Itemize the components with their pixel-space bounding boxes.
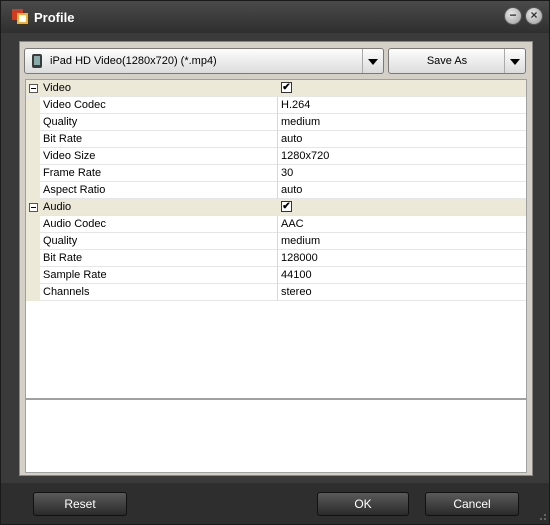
property-row[interactable]: Quality medium — [26, 233, 526, 250]
row-gutter — [26, 233, 40, 250]
column-divider — [277, 131, 278, 148]
save-as-dropdown-icon[interactable] — [504, 49, 525, 73]
row-gutter — [26, 267, 40, 284]
collapse-icon[interactable] — [29, 84, 38, 93]
property-row[interactable]: Bit Rate auto — [26, 131, 526, 148]
property-name: Quality — [43, 116, 78, 128]
collapse-icon[interactable] — [29, 203, 38, 212]
column-divider — [277, 267, 278, 284]
row-gutter — [26, 182, 40, 199]
category-label: Audio — [43, 201, 72, 213]
property-grid: Video ✔ Video Codec H.264 Quality medium Bit R… — [25, 79, 527, 399]
row-gutter — [26, 250, 40, 267]
description-panel — [25, 399, 527, 473]
property-value[interactable]: AAC — [281, 218, 304, 230]
property-row[interactable]: Frame Rate 30 — [26, 165, 526, 182]
property-row[interactable]: Video Size 1280x720 — [26, 148, 526, 165]
row-gutter — [26, 97, 40, 114]
column-divider — [277, 114, 278, 131]
row-gutter — [26, 165, 40, 182]
property-name: Bit Rate — [43, 133, 83, 145]
column-divider — [277, 284, 278, 301]
resize-grip-icon[interactable] — [537, 511, 547, 521]
ok-button[interactable]: OK — [317, 492, 409, 516]
category-row[interactable]: Audio ✔ — [26, 199, 526, 216]
category-row[interactable]: Video ✔ — [26, 80, 526, 97]
enable-checkbox[interactable]: ✔ — [281, 82, 292, 93]
property-value[interactable]: auto — [281, 184, 302, 196]
column-divider — [277, 250, 278, 267]
property-name: Audio Codec — [43, 218, 106, 230]
profile-dropdown[interactable]: iPad HD Video(1280x720) (*.mp4) — [24, 48, 384, 74]
property-name: Quality — [43, 235, 78, 247]
app-icon — [12, 9, 28, 24]
property-row[interactable]: Aspect Ratio auto — [26, 182, 526, 199]
minimize-button[interactable]: − — [504, 7, 522, 25]
property-value[interactable]: 128000 — [281, 252, 318, 264]
column-divider — [277, 216, 278, 233]
property-name: Video Size — [43, 150, 96, 162]
property-value[interactable]: medium — [281, 235, 320, 247]
ipad-icon — [32, 54, 42, 68]
reset-button[interactable]: Reset — [33, 492, 127, 516]
chevron-down-icon[interactable] — [362, 49, 383, 73]
property-value[interactable]: auto — [281, 133, 302, 145]
property-row[interactable]: Bit Rate 128000 — [26, 250, 526, 267]
property-name: Video Codec — [43, 99, 106, 111]
property-row[interactable]: Sample Rate 44100 — [26, 267, 526, 284]
row-gutter — [26, 148, 40, 165]
cancel-button[interactable]: Cancel — [425, 492, 519, 516]
property-row[interactable]: Audio Codec AAC — [26, 216, 526, 233]
profile-dialog: Profile − × iPad HD Video(1280x720) (*.m… — [0, 0, 550, 525]
property-value[interactable]: 30 — [281, 167, 293, 179]
row-gutter — [26, 216, 40, 233]
row-gutter — [26, 114, 40, 131]
profile-toolbar: iPad HD Video(1280x720) (*.mp4) Save As — [24, 48, 530, 74]
property-value[interactable]: stereo — [281, 286, 312, 298]
property-row[interactable]: Video Codec H.264 — [26, 97, 526, 114]
window-title: Profile — [34, 10, 75, 25]
property-name: Bit Rate — [43, 252, 83, 264]
close-button[interactable]: × — [525, 7, 543, 25]
property-row[interactable]: Channels stereo — [26, 284, 526, 301]
property-name: Aspect Ratio — [43, 184, 106, 196]
property-value[interactable]: 44100 — [281, 269, 312, 281]
enable-checkbox[interactable]: ✔ — [281, 201, 292, 212]
property-row[interactable]: Quality medium — [26, 114, 526, 131]
property-value[interactable]: medium — [281, 116, 320, 128]
column-divider — [277, 182, 278, 199]
property-value[interactable]: H.264 — [281, 99, 310, 111]
category-label: Video — [43, 82, 71, 94]
property-name: Frame Rate — [43, 167, 102, 179]
save-as-button[interactable]: Save As — [388, 48, 526, 74]
row-gutter — [26, 131, 40, 148]
profile-dropdown-value: iPad HD Video(1280x720) (*.mp4) — [50, 55, 217, 67]
property-name: Sample Rate — [43, 269, 107, 281]
column-divider — [277, 233, 278, 250]
column-divider — [277, 165, 278, 182]
property-value[interactable]: 1280x720 — [281, 150, 329, 162]
row-gutter — [26, 284, 40, 301]
column-divider — [277, 97, 278, 114]
title-bar[interactable]: Profile − × — [1, 1, 549, 33]
column-divider — [277, 148, 278, 165]
save-as-label: Save As — [426, 55, 468, 67]
property-name: Channels — [43, 286, 90, 298]
